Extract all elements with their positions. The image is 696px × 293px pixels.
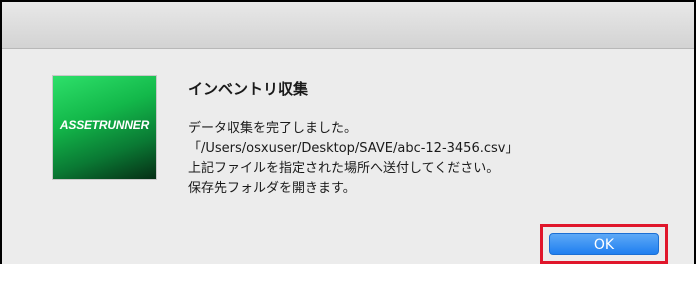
message-line-1: データ収集を完了しました。 — [188, 121, 358, 136]
ok-button[interactable]: OK — [549, 233, 659, 255]
dialog-message: データ収集を完了しました。 「/Users/osxuser/Desktop/SA… — [188, 119, 518, 199]
message-line-4: 保存先フォルダを開きます。 — [188, 181, 356, 196]
dialog-title: インベントリ収集 — [188, 80, 309, 98]
dialog-body: ASSETRUNNER インベントリ収集 データ収集を完了しました。 「/Use… — [2, 49, 694, 264]
window-titlebar[interactable] — [2, 2, 694, 49]
dialog-window: ASSETRUNNER インベントリ収集 データ収集を完了しました。 「/Use… — [0, 0, 696, 264]
app-logo: ASSETRUNNER — [59, 118, 150, 132]
ok-button-highlight: OK — [540, 224, 668, 264]
asset-runner-app-icon: ASSETRUNNER — [53, 76, 156, 179]
message-line-2-file-path: 「/Users/osxuser/Desktop/SAVE/abc-12-3456… — [188, 141, 519, 156]
message-line-3: 上記ファイルを指定された場所へ送付してください。 — [188, 161, 500, 176]
